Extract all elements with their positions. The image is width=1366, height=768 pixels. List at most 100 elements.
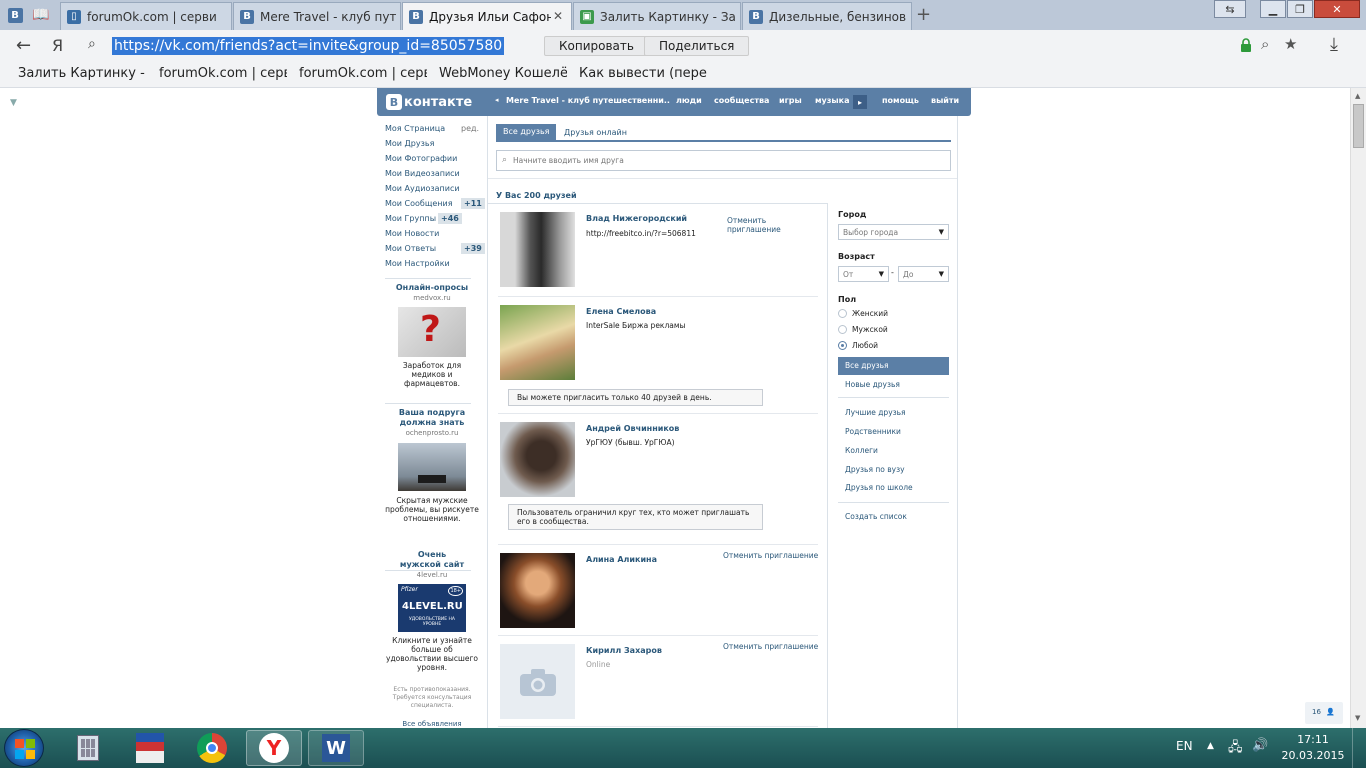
close-tab-icon[interactable]: ✕ bbox=[550, 9, 563, 23]
clock-time[interactable]: 17:11 bbox=[1286, 733, 1340, 746]
friend-photo[interactable] bbox=[500, 422, 575, 497]
list-all-friends-selected[interactable]: Все друзья bbox=[838, 357, 949, 375]
radio-any-selected[interactable] bbox=[838, 341, 847, 350]
sidebar-item-audio[interactable]: Мои Аудиозаписи bbox=[385, 184, 460, 193]
tab-zalit-kartinku[interactable]: ▣ Залить Картинку - За bbox=[573, 2, 741, 30]
friend-photo[interactable] bbox=[500, 553, 575, 628]
ad-block[interactable]: Очень мужской сайт 4level.ru Pfizer 18+ … bbox=[377, 550, 487, 672]
friend-name[interactable]: Елена Смелова bbox=[586, 307, 656, 316]
show-desktop-button[interactable] bbox=[1352, 728, 1366, 768]
create-list-link[interactable]: Создать список bbox=[845, 512, 907, 521]
ad-image-4level[interactable]: Pfizer 18+ 4LEVEL.RU УДОВОЛЬСТВИЕ НА УРО… bbox=[398, 584, 466, 632]
cancel-invite-link[interactable]: Отменить приглашение bbox=[723, 551, 818, 560]
sidebar-item-groups[interactable]: Мои Группы bbox=[385, 214, 436, 223]
pinned-tab-vk[interactable]: B bbox=[4, 4, 26, 26]
language-indicator[interactable]: EN bbox=[1176, 739, 1193, 753]
zoom-icon[interactable]: ⌕ bbox=[1261, 35, 1269, 53]
all-ads-link[interactable]: Все объявления bbox=[377, 720, 487, 728]
copy-button[interactable]: Копировать bbox=[544, 36, 649, 56]
url-field[interactable]: https://vk.com/friends?act=invite&group_… bbox=[112, 37, 505, 55]
taskbar-calculator[interactable] bbox=[60, 730, 116, 766]
ad-title[interactable]: Ваша подруга должна знать bbox=[377, 408, 487, 428]
clock-date[interactable]: 20.03.2015 bbox=[1280, 749, 1346, 762]
taskbar-chrome[interactable] bbox=[184, 730, 240, 766]
sidebar-item-messages[interactable]: Мои Сообщения bbox=[385, 199, 453, 208]
volume-icon[interactable]: 🔊 bbox=[1252, 738, 1268, 753]
list-school[interactable]: Друзья по школе bbox=[845, 483, 913, 492]
nav-people[interactable]: люди bbox=[676, 96, 702, 105]
tab-friends-active[interactable]: B Друзья Ильи Сафоно ✕ bbox=[402, 2, 572, 30]
sidebar-item-friends[interactable]: Мои Друзья bbox=[385, 139, 434, 148]
taskbar-yandex-browser[interactable]: Y bbox=[246, 730, 302, 766]
bookmark-item[interactable]: forumOk.com | серв bbox=[299, 66, 427, 81]
city-select[interactable]: Выбор города ▼ bbox=[838, 224, 949, 240]
scroll-down-icon[interactable]: ▼ bbox=[1355, 714, 1360, 722]
ad-block[interactable]: Ваша подруга должна знать ochenprosto.ru… bbox=[377, 408, 487, 523]
friend-photo-placeholder[interactable] bbox=[500, 644, 575, 719]
nav-communities[interactable]: сообщества bbox=[714, 96, 769, 105]
ad-image-question[interactable]: ? bbox=[398, 307, 466, 357]
tab-friends-online[interactable]: Друзья онлайн bbox=[564, 128, 627, 137]
bookmark-item[interactable]: Как вывести (перев bbox=[579, 66, 707, 81]
friend-name[interactable]: Кирилл Захаров bbox=[586, 646, 662, 655]
ad-title[interactable]: Онлайн-опросы bbox=[377, 283, 487, 293]
star-icon[interactable]: ★ bbox=[1284, 35, 1297, 53]
nav-games[interactable]: игры bbox=[779, 96, 802, 105]
cancel-invite-link[interactable]: Отменить приглашение bbox=[727, 216, 797, 234]
tab-forumok[interactable]: ▯ forumOk.com | серви bbox=[60, 2, 232, 30]
sidebar-item-settings[interactable]: Мои Настройки bbox=[385, 259, 450, 268]
vk-logo[interactable]: В контакте bbox=[386, 93, 472, 111]
start-button[interactable] bbox=[4, 729, 44, 767]
sidebar-item-videos[interactable]: Мои Видеозаписи bbox=[385, 169, 460, 178]
back-arrow-icon[interactable]: ← bbox=[16, 35, 31, 56]
age-to-select[interactable]: До ▼ bbox=[898, 266, 949, 282]
sidebar-edit-link[interactable]: ред. bbox=[461, 124, 479, 133]
sidebar-item-answers[interactable]: Мои Ответы bbox=[385, 244, 436, 253]
list-best-friends[interactable]: Лучшие друзья bbox=[845, 408, 906, 417]
share-button[interactable]: Поделиться bbox=[644, 36, 750, 56]
yandex-icon[interactable]: Я bbox=[52, 36, 63, 55]
sidebar-item-photos[interactable]: Мои Фотографии bbox=[385, 154, 457, 163]
download-icon[interactable]: ⤓ bbox=[1330, 34, 1338, 55]
radio-male[interactable] bbox=[838, 325, 847, 334]
tray-expand-icon[interactable]: ▲ bbox=[1207, 741, 1214, 751]
friend-name[interactable]: Влад Нижегородский bbox=[586, 214, 687, 223]
bookmark-item[interactable]: Залить Картинку - З bbox=[18, 66, 146, 81]
tab-dizelnye[interactable]: B Дизельные, бензинов bbox=[742, 2, 912, 30]
tab-mere-travel[interactable]: B Mere Travel - клуб пут bbox=[233, 2, 401, 30]
cancel-invite-link[interactable]: Отменить приглашение bbox=[723, 642, 818, 651]
radio-female-label[interactable]: Женский bbox=[852, 309, 888, 318]
new-tab-button[interactable]: + bbox=[916, 4, 931, 25]
friend-photo[interactable] bbox=[500, 305, 575, 380]
sidebar-item-news[interactable]: Мои Новости bbox=[385, 229, 439, 238]
friend-photo[interactable] bbox=[500, 212, 575, 287]
taskbar-word[interactable]: W bbox=[308, 730, 364, 766]
nav-help[interactable]: помощь bbox=[882, 96, 919, 105]
network-icon[interactable]: 🖧 bbox=[1228, 738, 1243, 760]
friend-search-input[interactable]: ⌕ Начните вводить имя друга bbox=[496, 150, 951, 171]
nav-group-link[interactable]: Mere Travel - клуб путешественни.. bbox=[506, 96, 670, 105]
list-new-friends[interactable]: Новые друзья bbox=[845, 380, 900, 389]
nav-music[interactable]: музыка bbox=[815, 96, 849, 105]
bookmark-item[interactable]: forumOk.com | серв bbox=[159, 66, 287, 81]
list-colleagues[interactable]: Коллеги bbox=[845, 446, 878, 455]
radio-male-label[interactable]: Мужской bbox=[852, 325, 888, 334]
pinned-tab-book[interactable]: 📖 bbox=[30, 4, 52, 26]
collapse-triangle-icon[interactable]: ▼ bbox=[10, 98, 17, 108]
taskbar-winrar[interactable] bbox=[122, 730, 178, 766]
scroll-up-icon[interactable]: ▲ bbox=[1355, 92, 1360, 100]
switch-window-button[interactable]: ⇆ bbox=[1214, 0, 1246, 18]
ad-image-couple[interactable] bbox=[398, 443, 466, 491]
scroll-thumb[interactable] bbox=[1353, 104, 1364, 148]
bookmark-item[interactable]: WebMoney Кошелё bbox=[439, 66, 567, 81]
ad-title[interactable]: Очень мужской сайт bbox=[377, 550, 487, 570]
radio-female[interactable] bbox=[838, 309, 847, 318]
maximize-button[interactable]: ❐ bbox=[1287, 0, 1313, 18]
tab-all-friends[interactable]: Все друзья bbox=[496, 124, 557, 140]
nav-logout[interactable]: выйти bbox=[931, 96, 959, 105]
nav-more-chevron-icon[interactable]: ▸ bbox=[853, 95, 867, 109]
ad-block[interactable]: Онлайн-опросы medvox.ru ? Заработок для … bbox=[377, 283, 487, 388]
radio-any-label[interactable]: Любой bbox=[852, 341, 878, 350]
online-friends-counter[interactable]: 16 👤 bbox=[1305, 702, 1343, 724]
list-relatives[interactable]: Родственники bbox=[845, 427, 901, 436]
